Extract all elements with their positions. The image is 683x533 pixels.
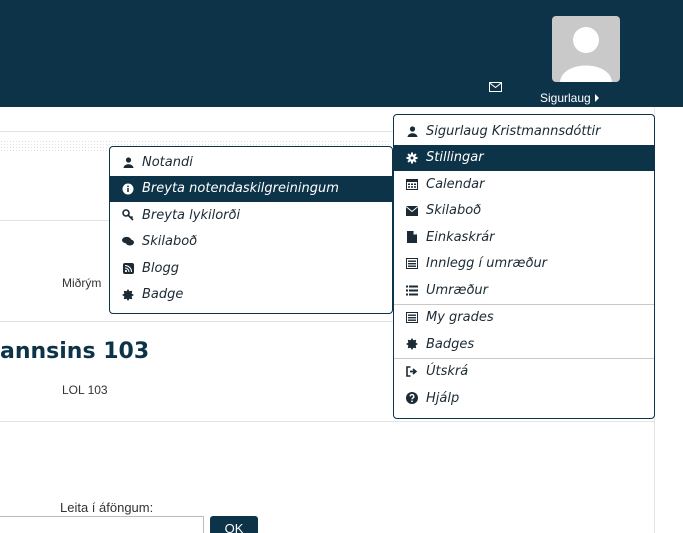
menu-item-innlegg[interactable]: Innlegg í umræður (394, 251, 654, 278)
search-label: Leita í áföngum: (60, 500, 154, 515)
user-icon (122, 156, 134, 168)
avatar[interactable] (552, 16, 620, 82)
submenu-item-breyta-lykilordi[interactable]: Breyta lykilorði (110, 202, 392, 229)
course-title: annsins 103 (0, 339, 150, 364)
menu-item-stillingar[interactable]: Stillingar (394, 144, 654, 171)
submenu-item-breyta-notendaskilgreiningum[interactable]: Breyta notendaskilgreiningum (110, 175, 392, 202)
list-box-icon (406, 312, 418, 324)
gear-icon (406, 152, 418, 164)
envelope-icon (406, 205, 418, 217)
ok-button[interactable]: OK (210, 516, 258, 533)
user-icon (406, 125, 418, 137)
info-circle-icon (122, 183, 134, 195)
menu-item-calendar[interactable]: Calendar (394, 171, 654, 198)
menu-item-profile[interactable]: Sigurlaug Kristmannsdóttir (394, 118, 654, 145)
caret-right-icon (594, 94, 599, 102)
calendar-icon (406, 178, 418, 191)
submenu-item-skilabod[interactable]: Skilaboð (110, 229, 392, 256)
user-menu-toggle[interactable]: Sigurlaug (540, 90, 599, 106)
menu-item-einkaskrar[interactable]: Einkaskrár (394, 224, 654, 251)
envelope-icon[interactable] (489, 82, 502, 92)
sign-out-icon (406, 366, 418, 378)
badge-icon (122, 288, 134, 301)
question-circle-icon (406, 392, 418, 405)
field-label: Miðrým (62, 276, 102, 290)
divider (0, 220, 120, 221)
submenu-item-badge[interactable]: Badge (110, 282, 392, 309)
comments-icon (122, 236, 134, 248)
badge-icon (406, 338, 418, 351)
file-icon (406, 231, 418, 244)
rss-icon (122, 262, 134, 274)
submenu-item-notandi[interactable]: Notandi (110, 149, 392, 176)
menu-item-skilabod[interactable]: Skilaboð (394, 198, 654, 225)
settings-submenu: Notandi Breyta notendaskilgreiningum Bre… (109, 146, 393, 314)
menu-item-hjalp[interactable]: Hjálp (394, 385, 654, 412)
divider (0, 421, 655, 422)
user-name: Sigurlaug (540, 91, 591, 105)
course-search-input[interactable] (0, 516, 204, 533)
menu-item-utskra[interactable]: Útskrá (394, 359, 654, 386)
list-icon (406, 284, 418, 296)
divider (0, 131, 400, 132)
course-code: LOL 103 (62, 383, 108, 397)
submenu-item-blogg[interactable]: Blogg (110, 255, 392, 282)
menu-item-umraedur[interactable]: Umræður (394, 277, 654, 304)
menu-item-my-grades[interactable]: My grades (394, 305, 654, 332)
top-navbar: Sigurlaug (0, 0, 683, 107)
key-icon (122, 209, 134, 221)
menu-item-badges[interactable]: Badges (394, 331, 654, 358)
user-dropdown-menu: Sigurlaug Kristmannsdóttir Stillingar Ca… (393, 114, 655, 419)
list-box-icon (406, 258, 418, 270)
